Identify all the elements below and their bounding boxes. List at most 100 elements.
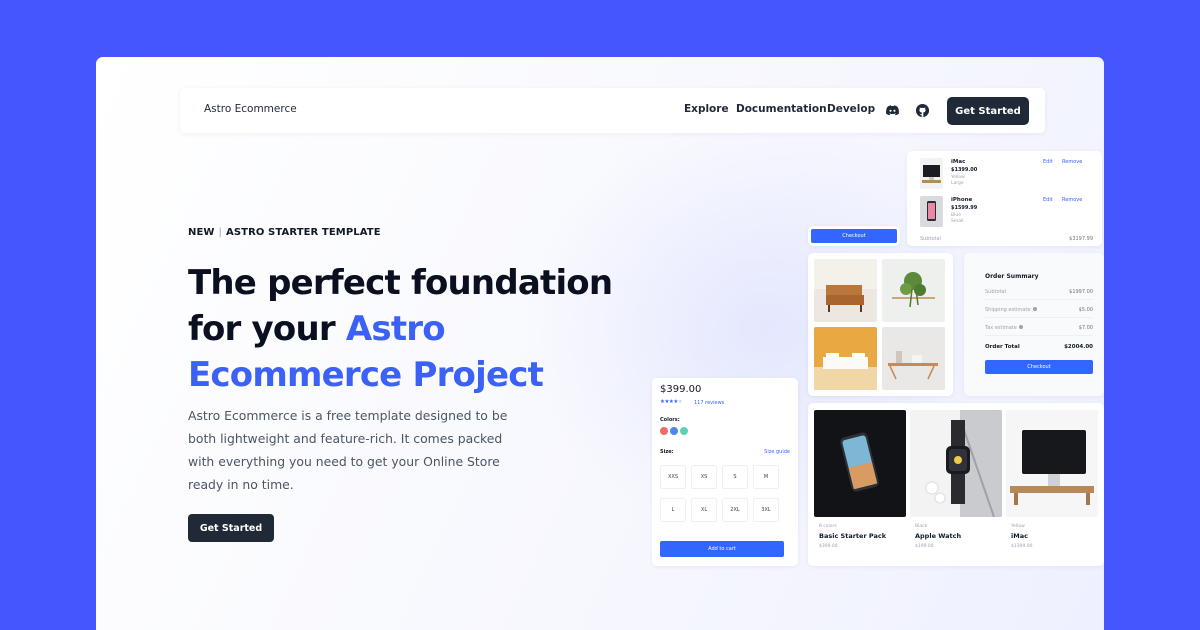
- product-color: Black: [915, 524, 928, 529]
- headline-accent-2: Ecommerce Project: [188, 355, 544, 395]
- nav-link-develop[interactable]: Develop: [827, 103, 875, 115]
- summary-row: Tax estimate $7.00: [985, 325, 1093, 331]
- cart-item-color: Yellow: [951, 175, 965, 180]
- cart-item-size: Large: [951, 181, 964, 186]
- brand-logo[interactable]: Astro Ecommerce: [204, 103, 297, 115]
- summary-row: Subtotal $1997.00: [985, 289, 1093, 295]
- eyebrow-tag: ASTRO STARTER TEMPLATE: [226, 227, 381, 238]
- cart-item-size: Small: [951, 219, 964, 224]
- gallery-image-sofa[interactable]: [814, 259, 877, 322]
- summary-row-label: Subtotal: [985, 289, 1006, 295]
- colors-label: Colors:: [660, 417, 680, 423]
- cart-item-edit-link[interactable]: Edit: [1043, 197, 1053, 203]
- cart-item-remove-link[interactable]: Remove: [1062, 159, 1082, 165]
- product-card[interactable]: Black Apple Watch $199.00: [910, 410, 1002, 558]
- order-total-label: Order Total: [985, 344, 1020, 350]
- size-option[interactable]: S: [722, 465, 748, 489]
- reviews-link[interactable]: 117 reviews: [694, 400, 724, 406]
- product-name: Basic Starter Pack: [819, 532, 887, 540]
- product-price: $399.00: [819, 544, 838, 549]
- order-total-row: Order Total $2004.00: [985, 344, 1093, 350]
- info-icon: [1033, 307, 1037, 311]
- rating-stars: ★★★★★: [660, 399, 683, 405]
- size-label: Size:: [660, 449, 674, 455]
- cart-item: iPhone $1599.99 Blue Small Edit Remove: [920, 196, 1086, 230]
- summary-row-label: Shipping estimate: [985, 307, 1031, 313]
- divider: [985, 335, 1093, 336]
- color-swatch-teal[interactable]: [680, 427, 688, 435]
- cart-item-name: iMac: [951, 159, 966, 165]
- star-empty-icon: ★: [677, 399, 683, 405]
- size-option[interactable]: XS: [691, 465, 717, 489]
- order-checkout-button[interactable]: Checkout: [985, 360, 1093, 374]
- cart-item-price: $1599.99: [951, 205, 978, 211]
- product-list-panel: 8 colors Basic Starter Pack $399.00 Blac…: [808, 403, 1104, 566]
- headline-line-1: The perfect foundation: [188, 263, 613, 303]
- cart-item-image-imac: [920, 158, 943, 189]
- product-color: 8 colors: [819, 524, 837, 529]
- gallery-image-shelf[interactable]: [882, 327, 945, 390]
- divider: [985, 299, 1093, 300]
- order-total-value: $2004.00: [1064, 344, 1093, 350]
- product-price: $1399.00: [1011, 544, 1033, 549]
- cart-subtotal-value: $3197.99: [1069, 236, 1093, 242]
- cart-item-price: $1399.00: [951, 167, 978, 173]
- cart-panel: iMac $1399.00 Yellow Large Edit Remove i…: [907, 151, 1102, 246]
- summary-row: Shipping estimate $5.00: [985, 307, 1093, 313]
- headline-accent-1: Astro: [345, 309, 446, 349]
- size-option[interactable]: 2XL: [722, 498, 748, 522]
- nav-link-documentation[interactable]: Documentation: [736, 103, 827, 115]
- size-option[interactable]: XL: [691, 498, 717, 522]
- product-image-watch: [910, 410, 1002, 517]
- checkout-button[interactable]: Checkout: [811, 229, 897, 243]
- order-summary-panel: Order Summary Subtotal $1997.00 Shipping…: [964, 253, 1104, 396]
- navbar: Astro Ecommerce Explore Documentation De…: [180, 88, 1045, 133]
- product-name: Apple Watch: [915, 532, 962, 540]
- eyebrow-separator: |: [218, 227, 223, 238]
- discord-icon[interactable]: [885, 103, 900, 118]
- size-option[interactable]: M: [753, 465, 779, 489]
- product-card[interactable]: Yellow iMac $1399.00: [1006, 410, 1098, 558]
- product-price: $399.00: [660, 384, 702, 395]
- size-guide-link[interactable]: Size guide: [764, 449, 790, 455]
- size-option[interactable]: L: [660, 498, 686, 522]
- eyebrow: NEW | ASTRO STARTER TEMPLATE: [188, 227, 381, 238]
- divider: [985, 317, 1093, 318]
- summary-row-value: $1997.00: [1069, 289, 1093, 295]
- product-image-phone: [814, 410, 906, 517]
- eyebrow-new: NEW: [188, 227, 215, 238]
- color-swatch-blue[interactable]: [670, 427, 678, 435]
- headline-line-2: for your: [188, 309, 336, 349]
- checkout-floating-card: Checkout: [808, 226, 900, 246]
- summary-row-label: Tax estimate: [985, 325, 1017, 331]
- size-option[interactable]: XXS: [660, 465, 686, 489]
- add-to-cart-button[interactable]: Add to cart: [660, 541, 784, 557]
- size-option[interactable]: 3XL: [753, 498, 779, 522]
- product-detail-panel: $399.00 ★★★★★ 117 reviews Colors: Size: …: [652, 378, 798, 566]
- hero-description: Astro Ecommerce is a free template desig…: [188, 408, 508, 492]
- nav-link-explore[interactable]: Explore: [684, 103, 729, 115]
- product-name: iMac: [1011, 532, 1028, 540]
- get-started-nav-button[interactable]: Get Started: [947, 97, 1029, 125]
- product-card[interactable]: 8 colors Basic Starter Pack $399.00: [814, 410, 906, 558]
- summary-row-value: $7.00: [1078, 325, 1093, 331]
- info-icon: [1019, 325, 1024, 329]
- get-started-hero-button[interactable]: Get Started: [188, 514, 274, 542]
- cart-subtotal-label: Subtotal: [920, 236, 941, 242]
- cart-item-edit-link[interactable]: Edit: [1043, 159, 1053, 165]
- gallery-image-bed[interactable]: [814, 327, 877, 390]
- github-icon[interactable]: [915, 103, 930, 118]
- cart-item-image-iphone: [920, 196, 943, 227]
- product-image-imac: [1006, 410, 1098, 517]
- gallery-image-plant[interactable]: [882, 259, 945, 322]
- page-title: The perfect foundation for your Astro Ec…: [188, 260, 628, 398]
- product-color: Yellow: [1011, 524, 1025, 529]
- hero-card: Astro Ecommerce Explore Documentation De…: [96, 57, 1104, 630]
- summary-row-value: $5.00: [1078, 307, 1093, 313]
- cart-item-color: Blue: [951, 213, 961, 218]
- color-swatch-red[interactable]: [660, 427, 668, 435]
- cart-item-name: iPhone: [951, 197, 973, 203]
- cart-item: iMac $1399.00 Yellow Large Edit Remove: [920, 158, 1086, 192]
- product-price: $199.00: [915, 544, 934, 549]
- cart-item-remove-link[interactable]: Remove: [1062, 197, 1082, 203]
